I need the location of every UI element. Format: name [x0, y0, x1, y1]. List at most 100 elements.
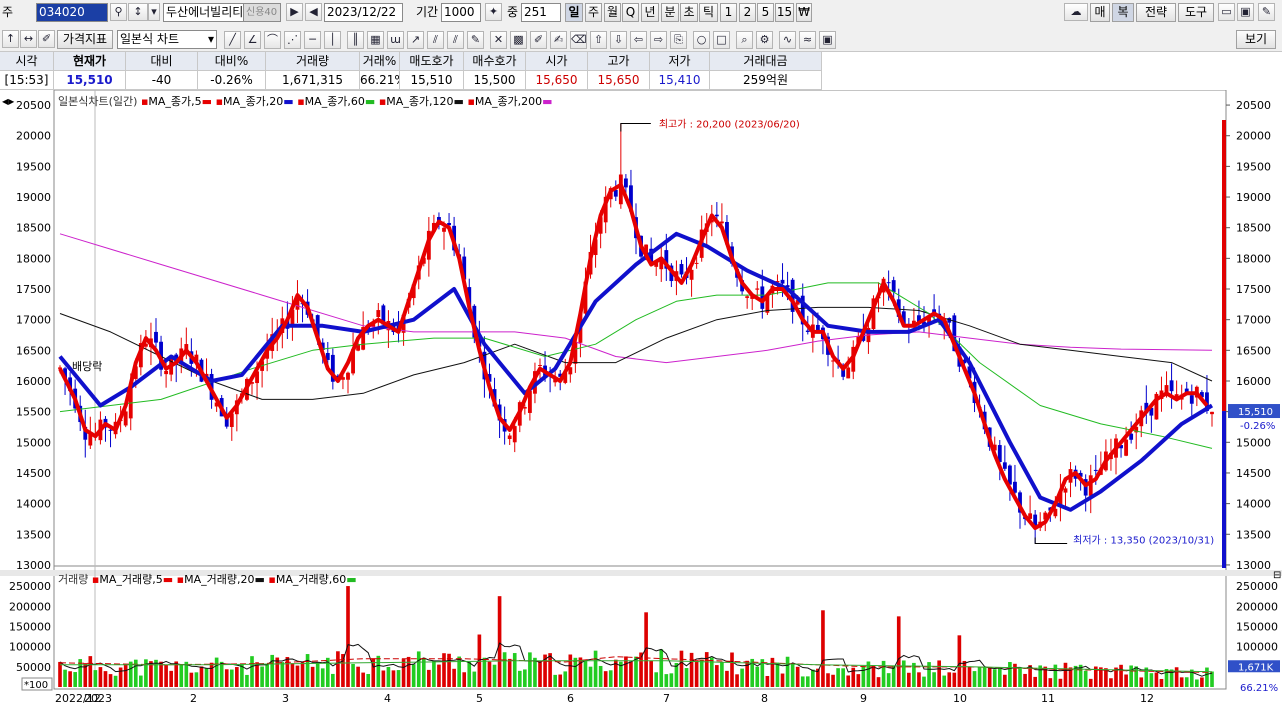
open-folder-icon[interactable]: ▭: [1218, 3, 1235, 21]
candle-body: [1169, 380, 1174, 392]
volume-bar: [755, 666, 760, 687]
pen-icon[interactable]: ✎: [467, 31, 484, 49]
circle-icon[interactable]: ○: [693, 31, 710, 49]
cross-icon[interactable]: ✕: [490, 31, 507, 49]
volume-bar: [1023, 673, 1027, 687]
wave-icon[interactable]: ∿: [779, 31, 796, 49]
stock-code-input[interactable]: 034020: [36, 3, 108, 22]
chart-type-select[interactable]: 일본식 차트 ▾: [117, 30, 217, 49]
volume-bar: [320, 668, 325, 687]
candle-body: [623, 178, 628, 188]
memo-icon[interactable]: ✍: [550, 31, 567, 49]
quote-value: [15:53]: [0, 71, 54, 90]
y-tick-left: 17500: [16, 283, 51, 296]
interval-button[interactable]: 분: [661, 3, 679, 22]
right-icon[interactable]: ⇨: [650, 31, 667, 49]
note-icon[interactable]: ✐: [530, 31, 547, 49]
cloud-icon[interactable]: ☁: [1064, 3, 1088, 21]
sort-icon[interactable]: ↕: [128, 3, 148, 21]
wrench-icon[interactable]: ✎: [1258, 3, 1275, 21]
image-icon[interactable]: ▣: [819, 31, 836, 49]
square-icon[interactable]: □: [713, 31, 730, 49]
x-tick: 3: [282, 692, 289, 705]
chevron-down-icon: ▾: [207, 32, 214, 46]
doc-icon[interactable]: ⎘: [670, 31, 687, 49]
zoom-icon[interactable]: ⌕: [736, 31, 753, 49]
interval-button[interactable]: 초: [680, 3, 698, 22]
ray-icon[interactable]: ↗: [407, 31, 424, 49]
arc-icon[interactable]: ⌒: [264, 31, 281, 49]
volume-bar: [512, 653, 517, 687]
chevron-down-icon[interactable]: ▾: [148, 3, 160, 21]
volume-bar: [73, 672, 77, 687]
interval-button[interactable]: 5: [757, 3, 774, 22]
volume-bar: [603, 671, 608, 687]
interval-button[interactable]: 년: [641, 3, 659, 22]
volume-bar: [204, 668, 209, 687]
mae-button[interactable]: 매: [1090, 3, 1110, 22]
volume-bar: [437, 664, 441, 687]
up-icon[interactable]: ⇧: [590, 31, 607, 49]
angle-icon[interactable]: ∠: [244, 31, 261, 49]
interval-button[interactable]: 2: [739, 3, 756, 22]
fan-icon[interactable]: ⋰: [284, 31, 301, 49]
interval-button[interactable]: Q: [622, 3, 639, 22]
erase-icon[interactable]: ⌫: [570, 31, 587, 49]
interval-button[interactable]: 주: [585, 3, 602, 22]
interval-button[interactable]: ₩: [796, 3, 812, 22]
bok-button[interactable]: 복: [1112, 3, 1134, 22]
interval-button[interactable]: 일: [565, 3, 583, 22]
hline-icon[interactable]: ─: [304, 31, 321, 49]
settings-icon[interactable]: ⚙: [756, 31, 773, 49]
x-tick: 9: [860, 692, 867, 705]
volume-bar: [826, 673, 830, 687]
x-tick: 8: [761, 692, 768, 705]
legend-ma5: MA_종가,5: [148, 95, 202, 108]
save-icon[interactable]: ▣: [1237, 3, 1254, 21]
price-volume-chart[interactable]: 13000 13000 13500 13500 14000 14000 14500 14500…: [0, 90, 1282, 706]
date-picker[interactable]: 2023/12/22: [324, 3, 403, 22]
grid-icon[interactable]: ▦: [367, 31, 384, 49]
line-icon[interactable]: ╱: [224, 31, 241, 49]
x-tick: 12: [1140, 692, 1154, 705]
tools-button[interactable]: 도구: [1178, 3, 1214, 22]
vol-tick-left: 100000: [9, 641, 51, 654]
view-button[interactable]: 보기: [1236, 30, 1276, 49]
interval-button[interactable]: 월: [604, 3, 621, 22]
play-prev-icon[interactable]: ◀: [305, 3, 322, 21]
volume-bar: [103, 671, 108, 687]
play-next-icon[interactable]: ▶: [286, 3, 303, 21]
interval-button[interactable]: 1: [720, 3, 737, 22]
vlines-icon[interactable]: ║: [347, 31, 364, 49]
edit-icon[interactable]: ✐: [38, 30, 55, 48]
vline-icon[interactable]: │: [324, 31, 341, 49]
strategy-button[interactable]: 전략: [1136, 3, 1176, 22]
volume-bar: [396, 670, 401, 687]
indicator-button[interactable]: 가격지표: [57, 30, 113, 49]
search-icon[interactable]: ⚲: [110, 3, 127, 21]
quote-header: 대비%: [198, 52, 266, 71]
fork-icon[interactable]: ɯ: [387, 31, 404, 49]
arrow-up-icon[interactable]: ↑: [2, 30, 19, 48]
zoom-input[interactable]: 251: [521, 3, 561, 22]
candle-body: [714, 214, 719, 217]
volume-bar: [406, 656, 411, 687]
fill-icon[interactable]: ▩: [510, 31, 527, 49]
settings-icon[interactable]: ✦: [485, 3, 502, 21]
parallel-icon[interactable]: ⫽: [427, 31, 444, 49]
wave2-icon[interactable]: ≈: [799, 31, 816, 49]
candle-body: [164, 371, 169, 375]
down-icon[interactable]: ⇩: [610, 31, 627, 49]
volume-bar: [836, 668, 840, 687]
period-label: 기간: [416, 5, 439, 19]
interval-button[interactable]: 15: [775, 3, 794, 22]
expand-icon[interactable]: ↔: [20, 30, 37, 48]
dividend-annotation: 배당락: [72, 360, 102, 373]
volume-bar: [1083, 670, 1088, 687]
period-input[interactable]: 1000: [441, 3, 481, 22]
left-icon[interactable]: ⇦: [630, 31, 647, 49]
channel-icon[interactable]: ⫽: [447, 31, 464, 49]
volume-bar: [88, 656, 93, 687]
volume-bar: [472, 671, 477, 687]
interval-button[interactable]: 틱: [699, 3, 718, 22]
